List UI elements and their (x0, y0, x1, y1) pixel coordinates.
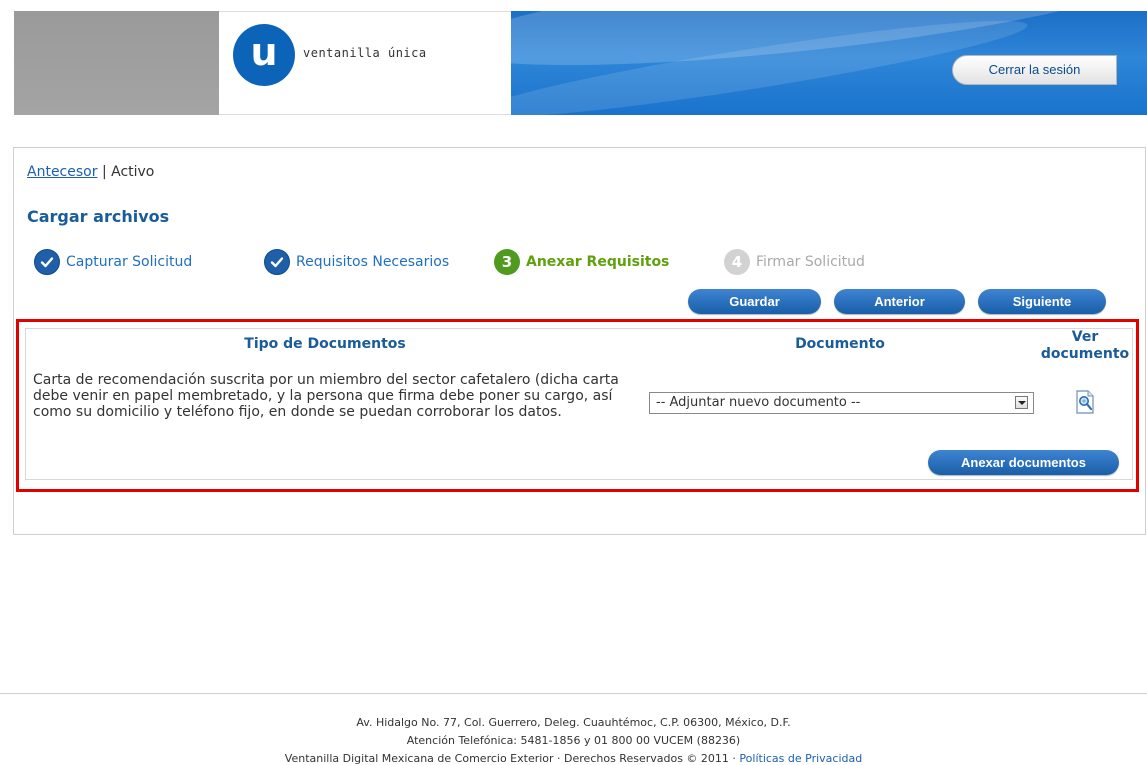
column-header-type: Tipo de Documentos (244, 336, 406, 352)
step-label: Requisitos Necesarios (296, 254, 450, 270)
privacy-policy-link[interactable]: Políticas de Privacidad (739, 752, 862, 765)
logout-button[interactable]: Cerrar la sesión (952, 55, 1117, 85)
document-select-value: -- Adjuntar nuevo documento -- (656, 395, 861, 410)
previous-button[interactable]: Anterior (834, 289, 965, 314)
footer-address: Av. Hidalgo No. 77, Col. Guerrero, Deleg… (356, 716, 791, 729)
check-icon (264, 249, 290, 275)
page-title: Cargar archivos (27, 207, 170, 226)
step-anexar: 3 Anexar Requisitos (494, 249, 669, 275)
document-magnifier-icon[interactable] (1075, 390, 1095, 414)
header-gray-block (14, 11, 219, 115)
footer-rights: Ventanilla Digital Mexicana de Comercio … (0, 752, 1147, 765)
column-header-view: Ver documento (1040, 329, 1130, 363)
step-requisitos: Requisitos Necesarios (264, 249, 449, 275)
chevron-down-icon (1015, 396, 1028, 409)
next-button[interactable]: Siguiente (978, 289, 1106, 314)
step-firmar: 4 Firmar Solicitud (724, 249, 865, 275)
column-header-view-line2: documento (1040, 346, 1130, 362)
step-label: Anexar Requisitos (526, 254, 670, 270)
breadcrumb-current: Activo (111, 164, 155, 180)
step-capturar: Capturar Solicitud (34, 249, 192, 275)
column-header-view-line1: Ver (1071, 329, 1099, 345)
logo-icon: u (233, 24, 295, 86)
breadcrumb-separator: | (101, 164, 107, 180)
document-description: Carta de recomendación suscrita por un m… (33, 372, 619, 420)
breadcrumb-previous-link[interactable]: Antecesor (27, 164, 97, 180)
breadcrumb: Antecesor | Activo (27, 164, 154, 180)
attach-documents-button[interactable]: Anexar documentos (928, 450, 1119, 475)
step-number-badge: 3 (494, 249, 520, 275)
step-label: Firmar Solicitud (756, 254, 865, 270)
logo-text: ventanilla única (303, 46, 427, 60)
save-button[interactable]: Guardar (688, 289, 821, 314)
step-number-badge: 4 (724, 249, 750, 275)
column-header-document: Documento (795, 336, 885, 352)
check-icon (34, 249, 60, 275)
step-label: Capturar Solicitud (66, 254, 193, 270)
footer-divider (0, 693, 1147, 694)
footer-rights-text: Ventanilla Digital Mexicana de Comercio … (284, 752, 740, 765)
footer-phone: Atención Telefónica: 5481-1856 y 01 800 … (406, 734, 741, 747)
document-select[interactable]: -- Adjuntar nuevo documento -- (649, 392, 1034, 414)
